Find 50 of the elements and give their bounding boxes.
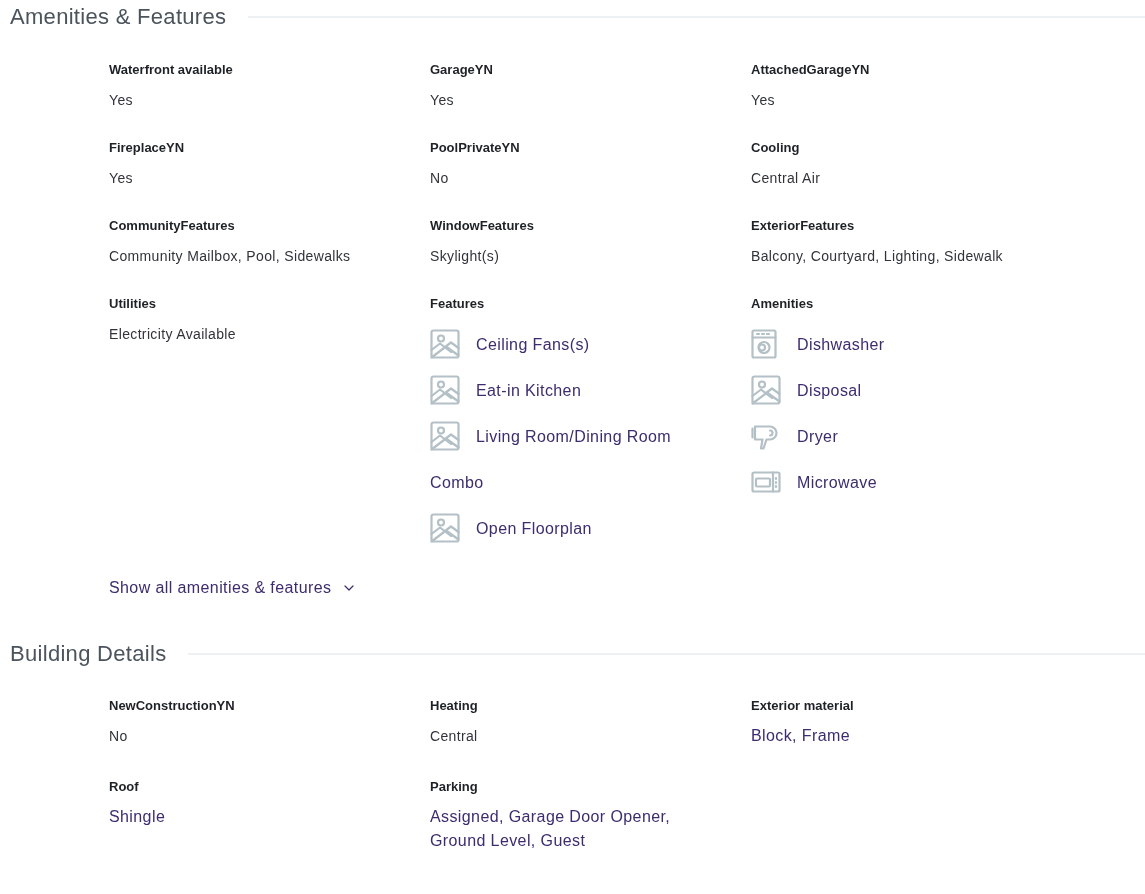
feature-link[interactable]: Living Room/Dining Room Combo: [430, 414, 715, 506]
image-icon: [751, 374, 781, 405]
field-label: WindowFeatures: [430, 217, 534, 235]
field-label: GarageYN: [430, 61, 493, 79]
field-value: Central: [430, 727, 478, 746]
feature-link[interactable]: Dishwasher: [751, 322, 885, 368]
section-heading: Building Details: [10, 640, 167, 668]
dishwasher-icon: [751, 328, 777, 359]
field-value: No: [430, 169, 449, 188]
field-value: Electricity Available: [109, 325, 236, 344]
field-label: Utilities: [109, 295, 156, 313]
image-icon: [430, 374, 460, 405]
field-value-link[interactable]: Assigned, Garage Door Opener, Ground Level, Guest: [430, 805, 715, 853]
field-label: PoolPrivateYN: [430, 139, 520, 157]
field-label: AttachedGarageYN: [751, 61, 870, 79]
field-label: Parking: [430, 778, 478, 796]
feature-link[interactable]: Eat-in Kitchen: [430, 368, 582, 414]
field-label: Heating: [430, 697, 478, 715]
microwave-icon: [751, 470, 781, 493]
field-label: Roof: [109, 778, 139, 796]
image-icon: [430, 512, 460, 543]
feature-link[interactable]: Ceiling Fans(s): [430, 322, 590, 368]
field-label: Features: [430, 295, 485, 313]
field-label: FireplaceYN: [109, 139, 185, 157]
field-label: Cooling: [751, 139, 800, 157]
field-value: No: [109, 727, 128, 746]
field-value: Yes: [751, 91, 775, 110]
field-value: Community Mailbox, Pool, Sidewalks: [109, 247, 351, 266]
feature-link[interactable]: Microwave: [751, 460, 878, 506]
field-value-link[interactable]: Shingle: [109, 805, 166, 829]
field-label: CommunityFeatures: [109, 217, 235, 235]
field-value: Balcony, Courtyard, Lighting, Sidewalk: [751, 247, 1003, 266]
feature-link[interactable]: Open Floorplan: [430, 506, 592, 552]
section-heading: Amenities & Features: [10, 3, 227, 31]
field-label: Exterior material: [751, 697, 854, 715]
image-icon: [430, 328, 460, 359]
field-value: Yes: [430, 91, 454, 110]
field-value: Yes: [109, 169, 133, 188]
image-icon: [430, 420, 460, 451]
field-value: Yes: [109, 91, 133, 110]
field-value: Central Air: [751, 169, 821, 188]
feature-link[interactable]: Disposal: [751, 368, 862, 414]
field-label: Waterfront available: [109, 61, 233, 79]
field-label: NewConstructionYN: [109, 697, 235, 715]
field-value-link[interactable]: Block, Frame: [751, 724, 851, 748]
field-label: Amenities: [751, 295, 814, 313]
field-label: ExteriorFeatures: [751, 217, 855, 235]
field-value: Skylight(s): [430, 247, 500, 266]
show-all-button[interactable]: Show all amenities & features: [109, 576, 358, 600]
feature-link[interactable]: Dryer: [751, 414, 839, 460]
